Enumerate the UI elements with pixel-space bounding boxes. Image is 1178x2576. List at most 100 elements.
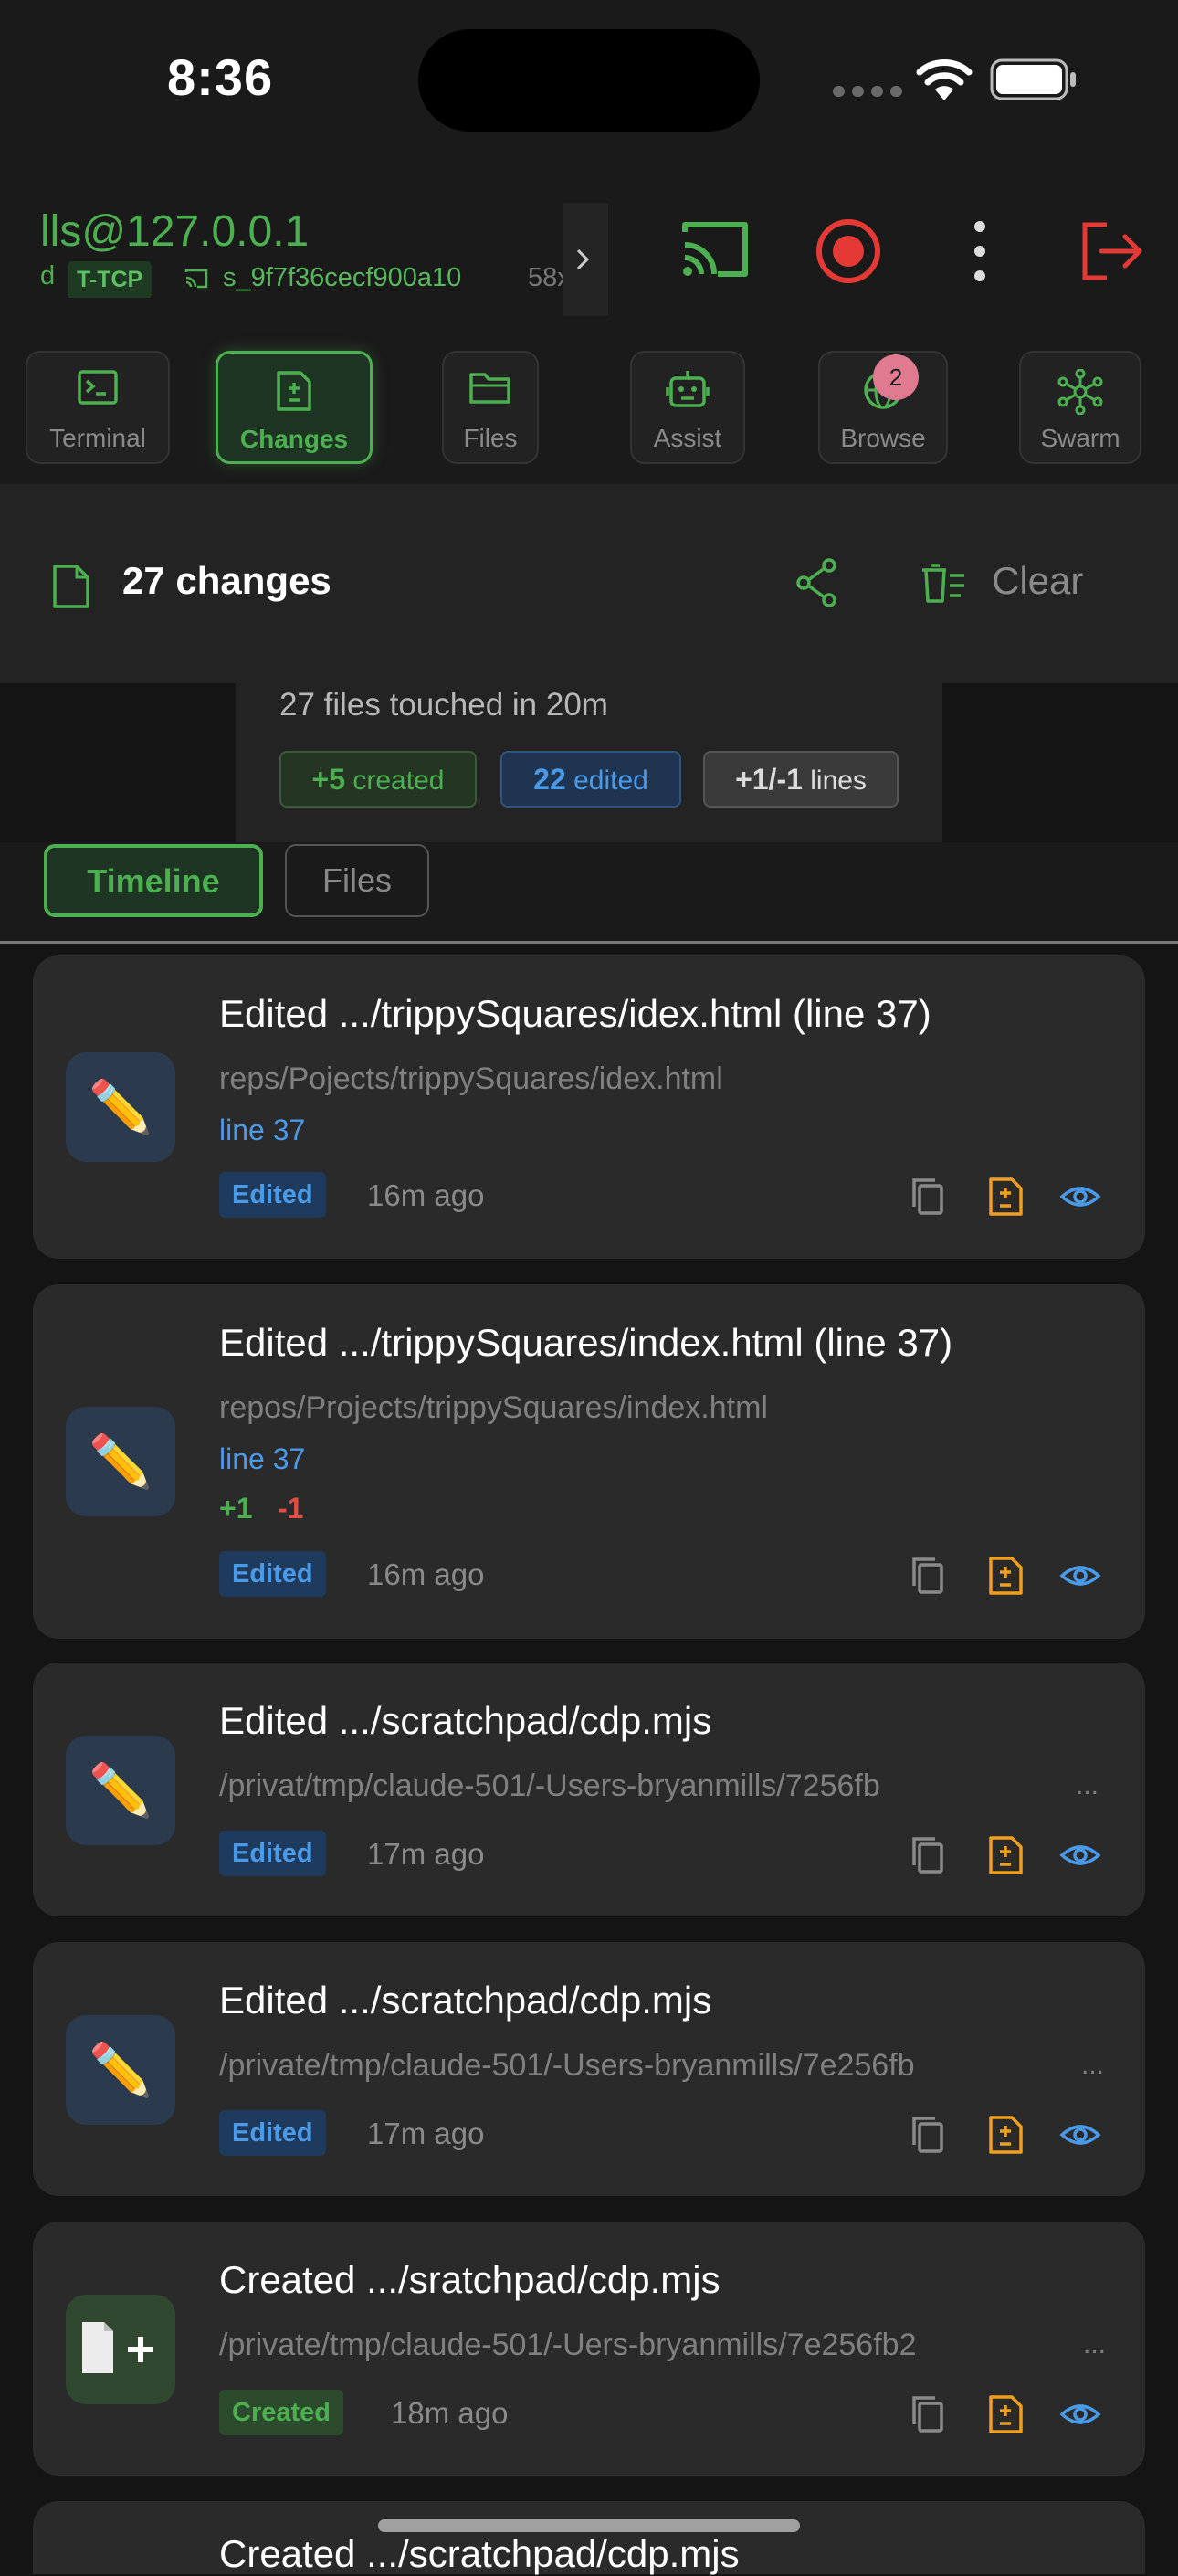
preview-button[interactable] <box>1059 1176 1101 1222</box>
file-plus-icon <box>66 2295 175 2404</box>
dynamic-island <box>418 29 760 132</box>
eye-icon <box>1059 1845 1101 1865</box>
file-diff-icon <box>989 1557 1023 1595</box>
diff-button[interactable] <box>984 1555 1026 1601</box>
eye-icon <box>1059 1566 1101 1586</box>
tab-label: Swarm <box>1040 424 1120 452</box>
created-label: created <box>352 765 445 796</box>
battery-icon <box>990 58 1076 100</box>
cast-small-icon <box>184 269 208 289</box>
lines-removed: -1 <box>278 1492 304 1525</box>
preview-button[interactable] <box>1059 1834 1101 1881</box>
copy-button[interactable] <box>908 1176 950 1222</box>
browse-notification-badge: 2 <box>873 354 919 400</box>
eye-icon <box>1059 2404 1101 2424</box>
connection-details: d T-TCP s_9f7f36cecf900a10 58x37 <box>40 259 606 298</box>
pencil-icon: ✏️ <box>66 1736 175 1845</box>
tab-swarm[interactable]: Swarm <box>1019 351 1141 464</box>
chevron-right-icon <box>576 248 590 270</box>
created-count: +5 <box>311 763 346 796</box>
share-icon <box>796 558 836 607</box>
diff-button[interactable] <box>984 1176 1026 1222</box>
pencil-icon: ✏️ <box>66 2015 175 2125</box>
tab-changes[interactable]: Changes <box>216 351 373 464</box>
diff-button[interactable] <box>984 1834 1026 1881</box>
tab-terminal[interactable]: Terminal <box>26 351 170 464</box>
copy-icon <box>912 2117 943 2153</box>
path-ellipsis: ... <box>1076 1770 1099 1800</box>
copy-icon <box>912 1178 943 1215</box>
preview-button[interactable] <box>1059 2114 1101 2160</box>
lines-label: lines <box>810 765 867 796</box>
change-title: Edited .../scratchpad/cdp.mjs <box>219 1979 712 2022</box>
change-path: /private/tmp/claude-501/-Uers-bryanmills… <box>219 2328 917 2362</box>
more-vertical-icon <box>974 221 985 281</box>
change-path: /private/tmp/claude-501/-Users-bryanmill… <box>219 2048 915 2083</box>
copy-button[interactable] <box>908 1555 950 1601</box>
home-indicator[interactable] <box>378 2519 800 2532</box>
session-id: s_9f7f36cecf900a10 <box>223 263 462 292</box>
summary-backdrop-left <box>0 683 236 842</box>
change-type-badge: Edited <box>219 1831 326 1876</box>
change-time: 16m ago <box>367 1178 485 1212</box>
eye-icon <box>1059 2125 1101 2145</box>
host-expand-button[interactable] <box>563 203 608 316</box>
change-title: Created .../scratchpad/cdp.mjs <box>219 2532 740 2575</box>
robot-icon <box>666 371 710 407</box>
copy-icon <box>912 1837 943 1874</box>
tab-label: Changes <box>239 425 349 453</box>
clear-label[interactable]: Clear <box>992 559 1083 603</box>
protocol-badge: T-TCP <box>68 261 153 298</box>
copy-button[interactable] <box>908 2393 950 2440</box>
files-toggle[interactable]: Files <box>285 844 429 917</box>
cast-button[interactable] <box>681 219 751 280</box>
path-ellipsis: ... <box>1081 2050 1105 2080</box>
cast-icon <box>682 222 748 277</box>
tab-assist[interactable]: Assist <box>630 351 745 464</box>
terminal-icon <box>78 370 118 405</box>
change-type-badge: Edited <box>219 1172 326 1218</box>
preview-button[interactable] <box>1059 2393 1101 2440</box>
change-title: Created .../sratchpad/cdp.mjs <box>219 2258 720 2301</box>
created-stat-chip: +5 created <box>279 751 477 808</box>
path-ellipsis: ... <box>1083 2329 1107 2360</box>
copy-icon <box>912 1557 943 1594</box>
change-time: 16m ago <box>367 1557 485 1591</box>
timeline-toggle[interactable]: Timeline <box>44 844 263 917</box>
pencil-icon: ✏️ <box>66 1052 175 1162</box>
tab-files[interactable]: Files <box>442 351 539 464</box>
tab-label: Terminal <box>49 424 146 452</box>
lines-stat-chip: +1/-1 lines <box>703 751 899 808</box>
share-button[interactable] <box>794 557 840 612</box>
tab-bar <box>0 338 1178 484</box>
edited-label: edited <box>573 765 648 796</box>
diff-button[interactable] <box>984 2114 1026 2160</box>
file-diff-icon <box>989 1836 1023 1874</box>
change-path: reps/Pojects/trippySquares/idex.html <box>219 1061 723 1096</box>
file-diff-icon <box>989 2116 1023 2154</box>
folder-icon <box>469 373 510 404</box>
document-icon <box>53 565 89 608</box>
logout-icon <box>1082 222 1142 280</box>
eye-icon <box>1059 1187 1101 1207</box>
more-menu-button[interactable] <box>968 219 992 288</box>
change-title: Edited .../trippySquares/index.html (lin… <box>219 1321 953 1364</box>
lines-count: +1/-1 <box>735 763 803 796</box>
summary-text: 27 files touched in 20m <box>279 687 608 723</box>
record-icon <box>816 219 880 283</box>
change-line: line 37 <box>219 1442 306 1475</box>
record-button[interactable] <box>815 217 882 285</box>
preview-button[interactable] <box>1059 1555 1101 1601</box>
diff-button[interactable] <box>984 2393 1026 2440</box>
changes-count-title: 27 changes <box>122 559 331 602</box>
change-title: Edited .../trippySquares/idex.html (line… <box>219 992 931 1035</box>
connection-host[interactable]: lls@127.0.0.1 <box>40 206 309 257</box>
copy-button[interactable] <box>908 1834 950 1881</box>
disconnect-button[interactable] <box>1081 221 1145 281</box>
status-dot: d <box>40 261 56 290</box>
change-type-badge: Edited <box>219 1551 326 1597</box>
pencil-icon: ✏️ <box>66 1407 175 1516</box>
change-type-badge: Edited <box>219 2110 326 2156</box>
tab-label: Assist <box>653 424 722 452</box>
copy-button[interactable] <box>908 2114 950 2160</box>
